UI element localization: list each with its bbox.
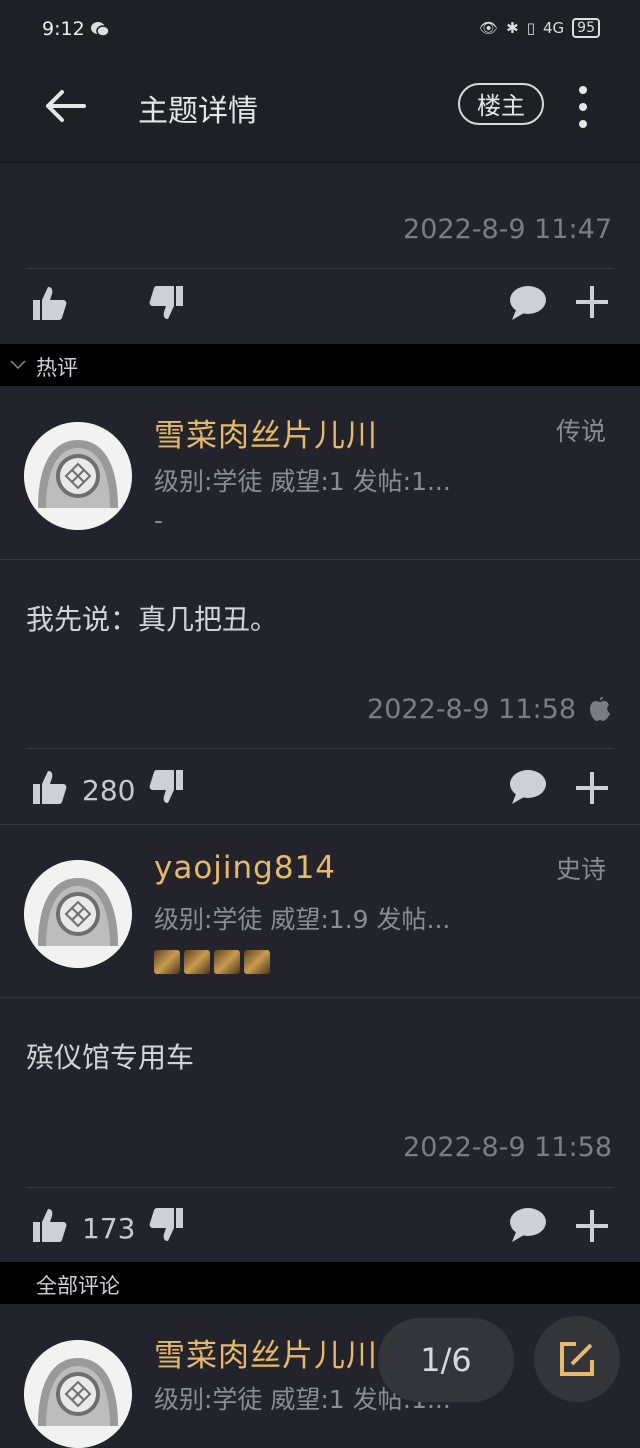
thumbs-down-icon[interactable]: [148, 1206, 186, 1244]
comment-actions: 280: [0, 752, 640, 826]
reply-button[interactable]: [534, 1316, 620, 1402]
username[interactable]: yaojing814: [154, 850, 336, 886]
status-time: 9:12: [42, 18, 85, 40]
add-icon[interactable]: [574, 1208, 610, 1244]
vibrate-icon: ▯: [526, 19, 535, 37]
diver-helmet-icon: [24, 860, 132, 968]
like-count: 173: [82, 1212, 136, 1245]
thumbs-down-icon[interactable]: [148, 284, 186, 322]
username[interactable]: 雪菜肉丝片儿川: [154, 410, 378, 455]
divider: [0, 997, 640, 998]
add-icon[interactable]: [574, 770, 610, 806]
comment-content: 殡仪馆专用车: [26, 1041, 195, 1074]
medal-icon: [154, 950, 180, 974]
avatar[interactable]: [24, 860, 132, 968]
avatar[interactable]: [24, 1340, 132, 1448]
section-hot-label: 热评: [36, 356, 78, 380]
comment-icon[interactable]: [508, 284, 548, 322]
rank-badge: 史诗: [555, 855, 606, 884]
like-count: 280: [82, 774, 136, 807]
avatar[interactable]: [24, 422, 132, 530]
back-arrow-icon[interactable]: [40, 84, 90, 134]
wechat-icon: [91, 22, 110, 37]
divider: [26, 1187, 614, 1188]
signal-icon: 4G: [543, 19, 565, 37]
comment-icon[interactable]: [508, 768, 548, 806]
comment-icon[interactable]: [508, 1206, 548, 1244]
rank-badge: 传说: [555, 417, 606, 446]
page-indicator-button[interactable]: 1/6: [378, 1318, 514, 1402]
medal-list: [154, 950, 270, 974]
more-vertical-icon[interactable]: [568, 82, 598, 132]
divider: [26, 268, 614, 269]
thumbs-up-icon[interactable]: [30, 284, 68, 322]
user-info: 级别:学徒 威望:1 发帖:1...: [154, 467, 451, 496]
user-info: 级别:学徒 威望:1.9 发帖...: [154, 905, 451, 934]
add-icon[interactable]: [574, 284, 610, 320]
eye-icon: 👁: [479, 19, 499, 37]
diver-helmet-icon: [24, 1340, 132, 1448]
thumbs-down-icon[interactable]: [148, 768, 186, 806]
apple-icon: [590, 697, 610, 721]
medal-icon: [184, 950, 210, 974]
edit-icon: [560, 1342, 594, 1376]
app-bar: 主题详情 楼主: [0, 60, 640, 163]
medal-icon: [214, 950, 240, 974]
comment-content: 我先说：真几把丑。: [26, 603, 279, 636]
battery-icon: 95: [572, 18, 600, 38]
status-bar: 9:12 👁 ✱ ▯ 4G 95: [0, 0, 640, 60]
bluetooth-icon: ✱: [506, 19, 519, 37]
comment-actions: 173: [0, 1190, 640, 1264]
diver-helmet-icon: [24, 422, 132, 530]
chevron-down-icon: [10, 360, 26, 370]
section-all-header: 全部评论: [0, 1262, 640, 1304]
divider: [0, 824, 640, 825]
medal-icon: [244, 950, 270, 974]
status-icons: 👁 ✱ ▯ 4G 95: [479, 18, 600, 38]
section-hot-header[interactable]: 热评: [0, 344, 640, 386]
divider: [0, 559, 640, 560]
comment-timestamp: 2022-8-9 11:58: [403, 1132, 612, 1163]
post-timestamp: 2022-8-9 11:47: [403, 214, 612, 245]
thumbs-up-icon[interactable]: [30, 768, 68, 806]
page-title: 主题详情: [138, 94, 258, 129]
thumbs-up-icon[interactable]: [30, 1206, 68, 1244]
username[interactable]: 雪菜肉丝片儿川: [154, 1330, 378, 1375]
user-signature: -: [154, 506, 164, 535]
op-only-button[interactable]: 楼主: [458, 83, 544, 125]
divider: [26, 748, 614, 749]
post-actions: [0, 272, 640, 346]
comment-timestamp: 2022-8-9 11:58: [367, 694, 576, 725]
section-all-label: 全部评论: [36, 1274, 120, 1298]
